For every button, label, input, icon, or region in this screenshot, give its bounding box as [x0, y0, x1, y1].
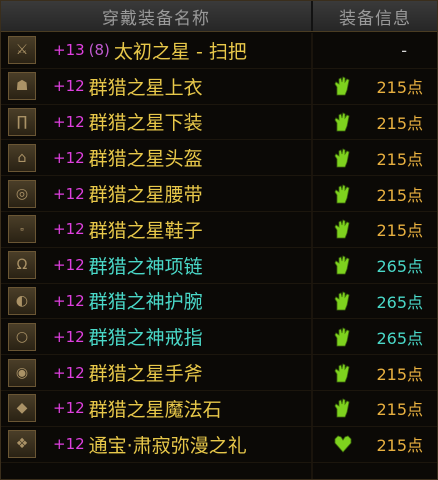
equipment-points: 265点: [376, 257, 423, 277]
green-hand-icon: [333, 112, 351, 132]
equipment-points: 215点: [376, 185, 423, 205]
enhance-level: +12: [53, 435, 85, 454]
equipment-name[interactable]: +12 群猎之神项链: [53, 252, 203, 279]
accessory-icon: ❖: [8, 430, 36, 459]
enhance-level: +12: [53, 291, 85, 310]
equipment-name[interactable]: +12 群猎之星手斧: [53, 359, 203, 386]
equipment-name[interactable]: +12 群猎之星上衣: [53, 73, 203, 100]
green-hand-icon: [333, 291, 351, 311]
bangle-icon: ◉: [8, 358, 36, 387]
equipment-name-text: 群猎之神项链: [88, 255, 203, 278]
equipment-name[interactable]: +12 群猎之星下装: [53, 108, 203, 135]
equipment-name-text: 群猎之星魔法石: [88, 398, 222, 421]
equipment-row[interactable]: ◆ +12 群猎之星魔法石 215点: [1, 391, 437, 427]
green-hand-icon: [333, 327, 351, 347]
green-hand-icon: [333, 255, 351, 275]
armor-icon: ☗: [8, 72, 36, 101]
enhance-level: +12: [53, 363, 85, 382]
equipment-name[interactable]: +12 群猎之神护腕: [53, 287, 203, 314]
equipment-points: 215点: [376, 400, 423, 420]
necklace-icon: Ω: [8, 251, 36, 280]
equipment-row[interactable]: ◉ +12 群猎之星手斧 215点: [1, 355, 437, 391]
equipment-row[interactable]: ◐ +12 群猎之神护腕 265点: [1, 284, 437, 320]
equipment-name[interactable]: +13 (8) 太初之星 - 扫把: [53, 37, 247, 64]
green-heart-icon: [333, 434, 352, 454]
enhance-level: +12: [53, 184, 85, 203]
gem-icon: ◆: [8, 394, 36, 423]
enhance-level: +12: [53, 256, 85, 275]
equipment-points: 215点: [376, 113, 423, 133]
equipment-points: 215点: [376, 149, 423, 169]
tier-level: (8): [88, 41, 110, 60]
table-header: 穿戴装备名称 装备信息: [1, 1, 437, 32]
equipment-name[interactable]: +12 群猎之星鞋子: [53, 216, 203, 243]
equipment-name-text: 群猎之神护腕: [88, 291, 203, 314]
boots-icon: ⬞: [8, 215, 36, 244]
bracelet-icon: ◐: [8, 286, 36, 315]
sword-icon: ⚔: [8, 36, 36, 65]
equipment-name-text: 群猎之星鞋子: [88, 219, 203, 242]
enhance-level: +12: [53, 148, 85, 167]
green-hand-icon: [333, 148, 351, 168]
equipment-name[interactable]: +12 群猎之神戒指: [53, 323, 203, 350]
equipment-name-text: 通宝·肃寂弥漫之礼: [88, 434, 247, 457]
equipment-row[interactable]: ○ +12 群猎之神戒指 265点: [1, 319, 437, 356]
green-hand-icon: [333, 362, 351, 383]
green-hand-icon: [333, 183, 351, 204]
enhance-level: +12: [53, 77, 85, 96]
equipment-name[interactable]: +12 群猎之星腰带: [53, 180, 203, 207]
equipment-name[interactable]: +12 群猎之星魔法石: [53, 395, 222, 422]
enhance-level: +12: [53, 220, 85, 239]
equipment-row[interactable]: ☗ +12 群猎之星上衣 215点: [1, 69, 437, 105]
equipment-points: 265点: [376, 292, 423, 312]
belt-icon: ◎: [8, 179, 36, 208]
header-equipment-info: 装备信息: [339, 8, 411, 29]
equipment-row[interactable]: ⚔ +13 (8) 太初之星 - 扫把 -: [1, 33, 437, 69]
equipment-points: -: [401, 40, 407, 60]
equipment-panel: 穿戴装备名称 装备信息 ⚔ +13 (8) 太初之星 - 扫把 - ☗ +12 群猎之星上衣 2…: [0, 0, 438, 480]
header-equipment-name: 穿戴装备名称: [1, 1, 313, 31]
green-hand-icon: [333, 76, 351, 96]
green-hand-icon: [333, 398, 351, 418]
equipment-name[interactable]: +12 群猎之星头盔: [53, 144, 203, 171]
enhance-level: +12: [53, 112, 85, 131]
equipment-row[interactable]: ∏ +12 群猎之星下装 215点: [1, 105, 437, 141]
equipment-row[interactable]: ◎ +12 群猎之星腰带 215点: [1, 176, 437, 212]
enhance-level: +12: [53, 327, 85, 346]
equipment-name-text: 群猎之星头盔: [88, 148, 203, 171]
enhance-level: +13: [53, 41, 85, 60]
equipment-row[interactable]: ❖ +12 通宝·肃寂弥漫之礼 215点: [1, 427, 437, 463]
equipment-row[interactable]: ⬞ +12 群猎之星鞋子 215点: [1, 212, 437, 248]
equipment-name-text: 群猎之星手斧: [88, 363, 203, 386]
equipment-points: 265点: [376, 328, 423, 348]
equipment-name-text: 群猎之星腰带: [88, 184, 203, 207]
equipment-name-text: 太初之星 - 扫把: [113, 40, 247, 63]
equipment-name-text: 群猎之星上衣: [88, 76, 203, 99]
equipment-points: 215点: [376, 221, 423, 241]
equipment-name-text: 群猎之神戒指: [88, 327, 203, 350]
equipment-points: 215点: [376, 436, 423, 456]
pants-icon: ∏: [8, 107, 36, 136]
equipment-points: 215点: [376, 364, 423, 384]
equipment-name-text: 群猎之星下装: [88, 112, 203, 135]
equipment-name[interactable]: +12 通宝·肃寂弥漫之礼: [53, 431, 247, 458]
enhance-level: +12: [53, 399, 85, 418]
green-hand-icon: [333, 219, 351, 239]
equipment-list: ⚔ +13 (8) 太初之星 - 扫把 - ☗ +12 群猎之星上衣 215点 ∏ +12 群猎之星下…: [1, 33, 437, 463]
helmet-icon: ⌂: [8, 143, 36, 172]
equipment-row[interactable]: ⌂ +12 群猎之星头盔 215点: [1, 140, 437, 177]
ring-icon: ○: [8, 322, 36, 351]
equipment-row[interactable]: Ω +12 群猎之神项链 265点: [1, 248, 437, 284]
equipment-points: 215点: [376, 78, 423, 98]
